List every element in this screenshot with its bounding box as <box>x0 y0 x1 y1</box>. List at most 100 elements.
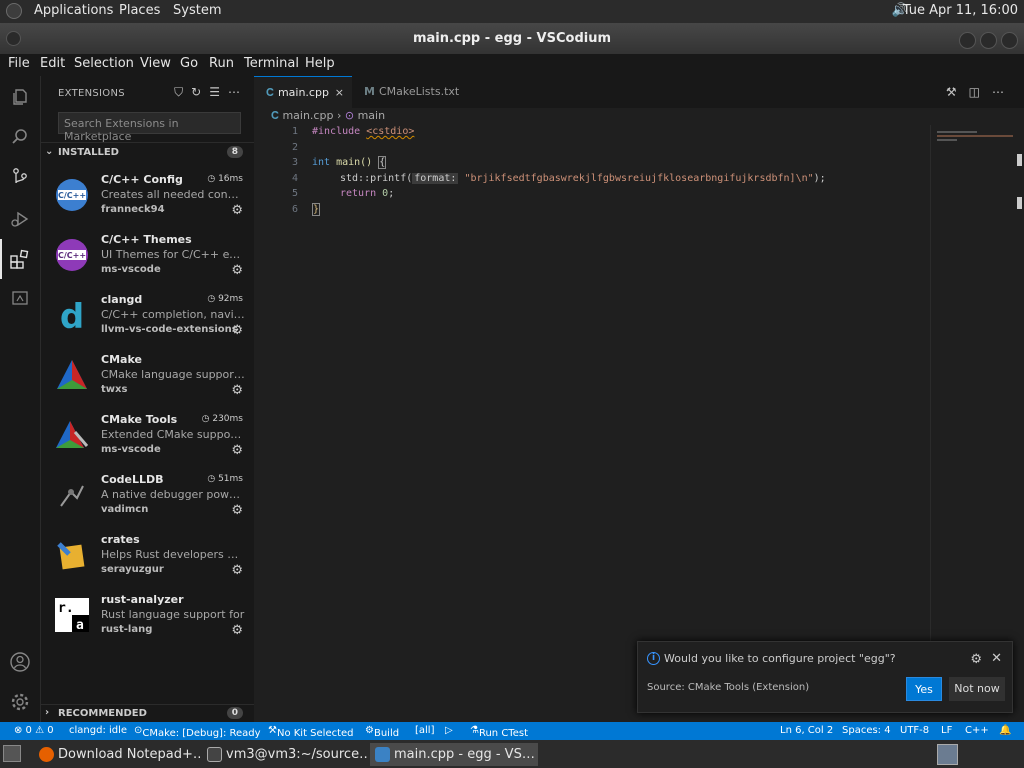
taskbar-item-firefox[interactable]: Download Notepad+… <box>34 743 200 766</box>
workspace-switcher[interactable] <box>937 744 958 765</box>
account-icon[interactable] <box>8 651 32 675</box>
filter-icon[interactable]: ⛉ <box>174 85 183 99</box>
explorer-icon[interactable] <box>8 87 32 111</box>
search-icon[interactable] <box>8 127 32 151</box>
svg-text:C/C++: C/C++ <box>58 191 86 200</box>
manage-gear-icon[interactable]: ⚙ <box>231 263 243 278</box>
notification-gear-icon[interactable]: ⚙ <box>970 652 982 667</box>
notifications-bell-icon[interactable]: 🔔 <box>999 725 1011 736</box>
refresh-icon[interactable]: ↻ <box>191 85 201 99</box>
build-button[interactable]: ⚙ Build <box>365 725 399 739</box>
scrollbar-thumb[interactable] <box>1017 154 1022 166</box>
vscodium-icon <box>375 747 390 762</box>
manage-gear-icon[interactable]: ⚙ <box>231 623 243 638</box>
problems-status[interactable]: ⊗ 0 ⚠ 0 <box>14 725 54 736</box>
menu-file[interactable]: File <box>8 56 30 71</box>
extensions-icon[interactable] <box>8 248 32 272</box>
tab-cmakelists[interactable]: M CMakeLists.txt <box>352 76 467 108</box>
manage-gear-icon[interactable] <box>8 691 32 715</box>
manage-gear-icon[interactable]: ⚙ <box>231 443 243 458</box>
window-titlebar[interactable]: main.cpp - egg - VSCodium <box>0 23 1024 54</box>
extension-item[interactable]: CMake Tools Extended CMake support in ms… <box>41 405 254 465</box>
taskbar-item-vscodium[interactable]: main.cpp - egg - VS… <box>370 743 538 766</box>
extension-item[interactable]: crates Helps Rust developers manage sera… <box>41 525 254 585</box>
manage-gear-icon[interactable]: ⚙ <box>231 503 243 518</box>
run-ctest-button[interactable]: ⚗ Run CTest <box>470 725 528 739</box>
active-indicator <box>0 239 2 279</box>
encoding[interactable]: UTF-8 <box>900 725 929 736</box>
clangd-status[interactable]: clangd: idle <box>69 725 127 736</box>
tab-main-cpp[interactable]: 𝐂main.cpp × <box>254 76 352 108</box>
clear-icon[interactable]: ☰ <box>209 85 220 99</box>
places-menu[interactable]: Places <box>119 3 160 18</box>
svg-text:C/C++: C/C++ <box>58 251 86 260</box>
manage-gear-icon[interactable]: ⚙ <box>231 563 243 578</box>
menu-go[interactable]: Go <box>180 56 198 71</box>
menu-run[interactable]: Run <box>209 56 234 71</box>
remote-explorer-icon[interactable] <box>8 288 32 312</box>
run-debug-icon[interactable] <box>8 209 32 233</box>
menu-terminal[interactable]: Terminal <box>244 56 299 71</box>
activity-bar <box>0 76 41 722</box>
build-target[interactable]: [all] <box>415 725 435 736</box>
extension-item[interactable]: r. a rust-analyzer Rust language support … <box>41 585 254 645</box>
close-icon[interactable]: ✕ <box>991 651 1002 666</box>
scrollbar-marker <box>1017 197 1022 209</box>
manage-gear-icon[interactable]: ⚙ <box>231 203 243 218</box>
language-mode[interactable]: C++ <box>965 725 989 736</box>
yes-button[interactable]: Yes <box>906 677 942 701</box>
not-now-button[interactable]: Not now <box>949 677 1005 701</box>
kit-status[interactable]: ⚒ No Kit Selected <box>268 725 354 739</box>
firefox-icon <box>39 747 54 762</box>
system-menu[interactable]: System <box>173 3 221 18</box>
menu-help[interactable]: Help <box>305 56 335 71</box>
symbol-function-icon: ⊙ <box>344 109 355 122</box>
close-window-button[interactable] <box>1001 32 1018 49</box>
debug-play-icon[interactable]: ▷ <box>445 725 453 736</box>
cpp-file-icon: 𝐂 <box>266 86 274 99</box>
minimap[interactable] <box>930 125 1014 645</box>
extension-item[interactable]: CMake CMake language support for twxs ⚙ <box>41 345 254 405</box>
cmake-status[interactable]: ⊙ CMake: [Debug]: Ready <box>134 725 261 739</box>
taskbar-item-terminal[interactable]: vm3@vm3:~/source… <box>202 743 368 766</box>
taskbar: Download Notepad+… vm3@vm3:~/source… mai… <box>0 740 1024 768</box>
status-bar: ⊗ 0 ⚠ 0 clangd: idle ⊙ CMake: [Debug]: R… <box>0 722 1024 740</box>
clangd-icon: d <box>60 298 84 332</box>
clock[interactable]: Tue Apr 11, 16:00 <box>903 3 1018 18</box>
cursor-position[interactable]: Ln 6, Col 2 <box>780 725 833 736</box>
extension-item[interactable]: CodeLLDB A native debugger powered by va… <box>41 465 254 525</box>
manage-gear-icon[interactable]: ⚙ <box>231 383 243 398</box>
more-actions-icon[interactable]: ⋯ <box>228 85 240 99</box>
activation-time: ◷ 51ms <box>207 474 243 484</box>
show-desktop-icon[interactable] <box>3 745 21 762</box>
extensions-search-input[interactable]: Search Extensions in Marketplace <box>58 112 241 143</box>
menu-edit[interactable]: Edit <box>40 56 65 71</box>
minimize-button[interactable] <box>959 32 976 49</box>
chevron-right-icon: › <box>336 109 342 122</box>
menu-view[interactable]: View <box>140 56 171 71</box>
installed-section-header[interactable]: ⌄ INSTALLED 8 <box>41 142 254 162</box>
cmake-tools-icon <box>56 421 89 448</box>
gnome-logo-icon[interactable] <box>6 3 22 19</box>
split-editor-icon[interactable]: ◫ <box>969 85 980 99</box>
maximize-button[interactable] <box>980 32 997 49</box>
info-icon: i <box>647 652 660 665</box>
end-of-line[interactable]: LF <box>941 725 952 736</box>
extension-item[interactable]: C/C++ C/C++ Config Creates all needed co… <box>41 165 254 225</box>
applications-menu[interactable]: Applications <box>34 3 113 18</box>
source-control-icon[interactable] <box>8 167 32 191</box>
close-tab-icon[interactable]: × <box>335 77 344 109</box>
window-menu-button[interactable] <box>6 31 21 46</box>
menu-selection[interactable]: Selection <box>74 56 134 71</box>
indentation[interactable]: Spaces: 4 <box>842 725 891 736</box>
extension-item[interactable]: d clangd C/C++ completion, navigation ll… <box>41 285 254 345</box>
terminal-icon <box>207 747 222 762</box>
cmake-build-icon[interactable]: ⚒ <box>946 85 957 99</box>
gnome-top-panel: Applications Places System 🔊 Tue Apr 11,… <box>0 0 1024 23</box>
cmake-file-icon: M <box>364 85 375 98</box>
extension-item[interactable]: C/C++ C/C++ Themes UI Themes for C/C++ e… <box>41 225 254 285</box>
manage-gear-icon[interactable]: ⚙ <box>231 323 243 338</box>
inlay-hint: format: <box>412 173 459 184</box>
more-actions-icon[interactable]: ⋯ <box>992 85 1004 99</box>
recommended-section-header[interactable]: › RECOMMENDED 0 <box>41 704 254 722</box>
